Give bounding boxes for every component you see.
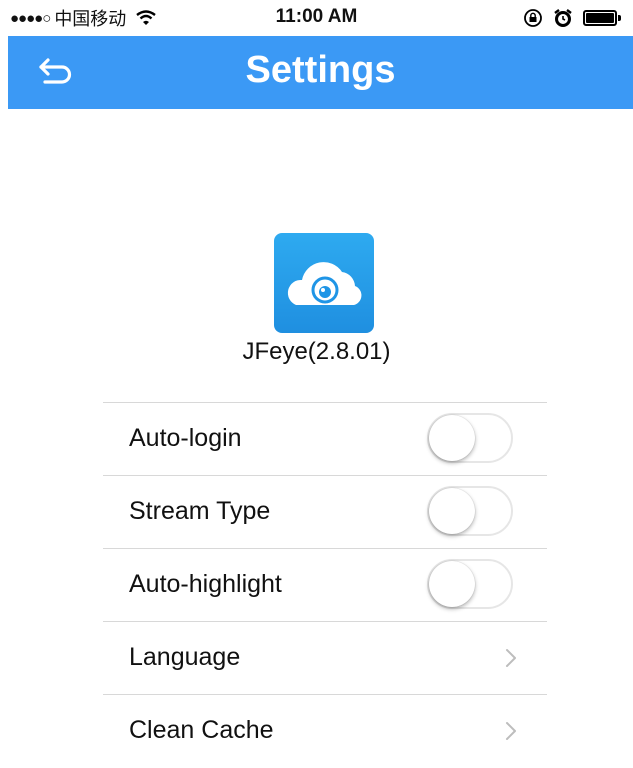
setting-label: Language	[129, 643, 241, 671]
app-logo	[274, 233, 374, 333]
chevron-right-icon	[506, 722, 516, 740]
cloud-eye-icon	[287, 262, 362, 305]
setting-row-stream-type: Stream Type	[103, 475, 547, 548]
setting-row-auto-login: Auto-login	[103, 402, 547, 475]
chevron-right-icon	[506, 649, 516, 667]
auto-login-toggle[interactable]	[427, 413, 513, 463]
status-bar: ●●●●○ 中国移动 11:00 AM	[0, 0, 633, 36]
setting-label: Auto-highlight	[129, 570, 282, 598]
setting-row-language[interactable]: Language	[103, 621, 547, 694]
setting-label: Auto-login	[129, 424, 242, 452]
alarm-icon	[554, 9, 572, 27]
status-right	[523, 8, 623, 28]
setting-label: Clean Cache	[129, 716, 274, 744]
setting-row-auto-highlight: Auto-highlight	[103, 548, 547, 621]
rotation-lock-icon	[524, 9, 542, 27]
battery-icon	[583, 10, 623, 26]
toggle-knob	[429, 488, 475, 534]
settings-list: Auto-login Stream Type Auto-highlight La…	[103, 402, 547, 767]
auto-highlight-toggle[interactable]	[427, 559, 513, 609]
stream-type-toggle[interactable]	[427, 486, 513, 536]
setting-row-clean-cache[interactable]: Clean Cache	[103, 694, 547, 767]
nav-header: Settings	[8, 36, 633, 109]
toggle-knob	[429, 415, 475, 461]
toggle-knob	[429, 561, 475, 607]
app-version-label: JFeye(2.8.01)	[242, 338, 391, 365]
page-title: Settings	[245, 49, 396, 91]
setting-label: Stream Type	[129, 497, 271, 525]
